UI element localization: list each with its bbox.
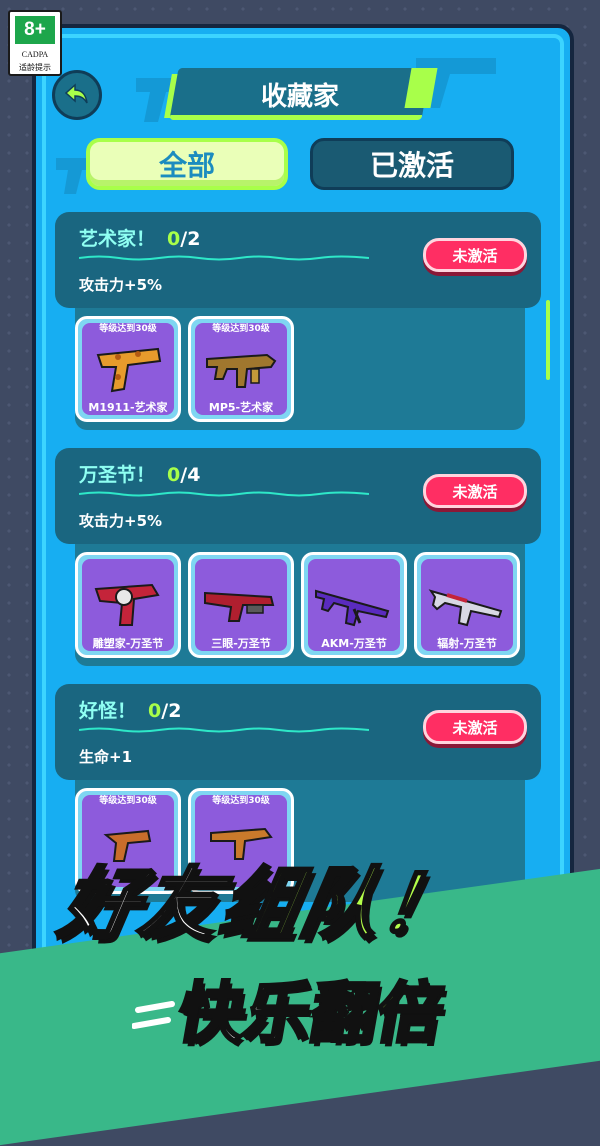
set-card-halloween: 万圣节！ 0/4 攻击力+5% 未激活: [55, 448, 541, 544]
set-bonus: 生命+1: [79, 748, 133, 766]
set-name: 艺术家！: [79, 228, 156, 250]
shotgun-icon: [204, 591, 275, 622]
page-title: 收藏家: [260, 81, 339, 112]
wave-divider: [79, 727, 369, 733]
promo-subheadline-part1: 快乐: [171, 974, 320, 1054]
set-total-count: 4: [187, 464, 201, 486]
weapon-name: MP5-艺术家: [208, 401, 274, 414]
weapon-card[interactable]: 三眼-万圣节: [188, 552, 294, 658]
promo-subheadline: 快乐翻倍: [171, 960, 453, 1056]
set-title: 艺术家！ 0/2: [79, 228, 201, 250]
promo-headline-part1: 好友: [51, 859, 230, 952]
set-card-weird: 好怪！ 0/2 生命+1 未激活: [55, 684, 541, 780]
tab-activated[interactable]: 已激活: [310, 138, 514, 190]
set-collected-count: 0: [167, 464, 181, 486]
set-card-artist: 艺术家！ 0/2 攻击力+5% 未激活: [55, 212, 541, 308]
weapon-card[interactable]: AKM-万圣节: [301, 552, 407, 658]
weapon-name: 辐射-万圣节: [437, 637, 497, 650]
promo-headline-part2: 组队！: [211, 859, 470, 952]
age-rating-org: CADPA: [21, 50, 49, 59]
set-total-count: 2: [168, 700, 182, 722]
set-collected-count: 0: [148, 700, 162, 722]
smg-icon: [206, 353, 277, 388]
inactive-status-button[interactable]: 未激活: [423, 238, 527, 272]
back-button[interactable]: [52, 70, 102, 120]
wave-divider: [79, 255, 369, 261]
set-total-count: 2: [187, 228, 201, 250]
wave-divider: [79, 491, 369, 497]
weapon-card[interactable]: 等级达到30级 M1911-艺术家: [75, 316, 181, 422]
title-banner: 收藏家: [164, 68, 438, 120]
set-title: 好怪！ 0/2: [79, 700, 182, 722]
set-items-halloween: 雕塑家-万圣节 三眼-万圣节 AKM-万圣节 辐射-万圣节: [75, 542, 525, 666]
weapon-card[interactable]: 雕塑家-万圣节: [75, 552, 181, 658]
set-name: 万圣节！: [79, 464, 156, 486]
set-title: 万圣节！ 0/4: [79, 464, 201, 486]
promo-headline: 好友组队！: [51, 842, 472, 954]
age-rating-badge: 8+ CADPA 适龄提示: [8, 10, 62, 76]
back-arrow-icon: [64, 83, 88, 104]
revolver-icon: [94, 583, 160, 626]
age-rating-tip: 适龄提示: [19, 63, 51, 72]
inactive-status-button[interactable]: 未激活: [423, 474, 527, 508]
tab-all[interactable]: 全部: [86, 138, 288, 190]
rifle-icon: [315, 589, 390, 627]
set-bonus: 攻击力+5%: [79, 276, 163, 294]
weapon-name: AKM-万圣节: [321, 637, 387, 650]
level-requirement: 等级达到30级: [212, 324, 270, 334]
scrollbar[interactable]: [546, 300, 550, 380]
weapon-card[interactable]: 辐射-万圣节: [414, 552, 520, 658]
promo-subheadline-part2: 翻倍: [303, 974, 452, 1054]
set-name: 好怪！: [79, 700, 137, 722]
weapon-name: M1911-艺术家: [88, 401, 168, 414]
weapon-name: 三眼-万圣节: [211, 637, 271, 650]
promo-banner: 好友组队！ 快乐翻倍: [0, 856, 600, 1146]
pistol-icon: [96, 347, 162, 393]
set-collected-count: 0: [167, 228, 181, 250]
level-requirement: 等级达到30级: [212, 796, 270, 806]
weapon-card[interactable]: 等级达到30级 MP5-艺术家: [188, 316, 294, 422]
set-bonus: 攻击力+5%: [79, 512, 163, 530]
set-items-artist: 等级达到30级 M1911-艺术家 等级达到30级 MP5-艺术家: [75, 306, 525, 430]
level-requirement: 等级达到30级: [99, 324, 157, 334]
inactive-status-button[interactable]: 未激活: [423, 710, 527, 744]
rifle-icon: [428, 589, 503, 627]
weapon-name: 雕塑家-万圣节: [92, 637, 164, 650]
age-rating-value: 8+: [15, 16, 55, 44]
level-requirement: 等级达到30级: [99, 796, 157, 806]
